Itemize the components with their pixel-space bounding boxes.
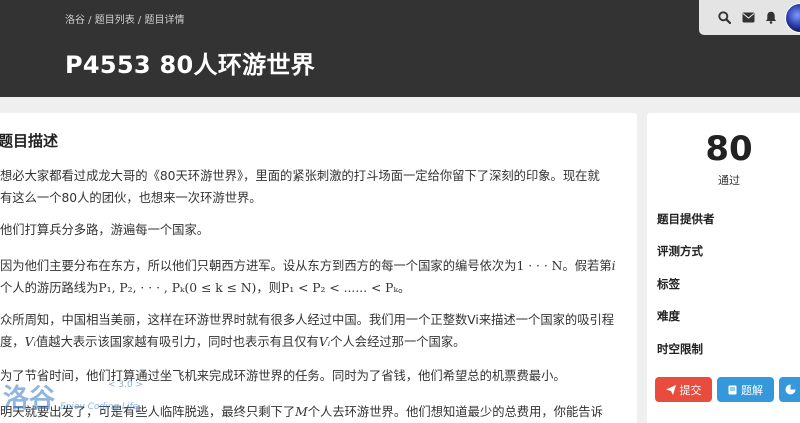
breadcrumb-home[interactable]: 洛谷 xyxy=(65,15,85,26)
description-paragraph: 明天就要出发了，可是有些人临阵脱逃，最终只剩下了M个人去环游世界。他们想知道最少… xyxy=(0,401,633,423)
sidebar-row-judge-mode: 评测方式 xyxy=(657,244,703,258)
math-expression: i xyxy=(611,259,616,273)
math-expression: 1 · · · N xyxy=(516,259,563,273)
problem-sidebar: 80 通过 题目提供者 评测方式 标签 难度 时空限制 提交 题解 xyxy=(647,113,800,423)
breadcrumb-separator: / xyxy=(134,15,145,26)
math-expression: Vᵢ xyxy=(318,335,331,349)
math-expression: P₁, P₂, · · · , Pₖ(0 ≤ k ≤ N) xyxy=(98,281,257,295)
math-expression: Vᵢ xyxy=(24,335,36,349)
section-title-description: 题目描述 xyxy=(0,132,59,150)
paper-plane-icon xyxy=(665,384,676,395)
pass-count: 80 xyxy=(705,129,753,169)
breadcrumb-problem-list[interactable]: 题目列表 xyxy=(95,15,135,26)
paragraph-line: 个人的游历路线为P₁, P₂, · · · , Pₖ(0 ≤ k ≤ N)，则P… xyxy=(0,277,633,299)
sidebar-row-limits: 时空限制 xyxy=(657,342,703,356)
text: 个人去环游世界。他们想知道最少的总费用，你能告诉 xyxy=(307,405,603,419)
math-expression: P₁ < P₂ < ...... < Pₖ xyxy=(280,281,398,295)
more-button[interactable] xyxy=(779,377,800,402)
text: 个人会经过那一个国家。 xyxy=(330,335,466,349)
solution-button[interactable]: 题解 xyxy=(717,377,774,402)
submit-button[interactable]: 提交 xyxy=(655,377,712,402)
text: 。假若第 xyxy=(562,259,612,273)
paragraph-line: 因为他们主要分布在东方，所以他们只朝西方进军。设从东方到西方的每一个国家的编号依… xyxy=(0,255,633,277)
text: 个人的游历路线为 xyxy=(0,281,99,295)
sidebar-row-difficulty: 难度 xyxy=(657,309,680,323)
text: 因为他们主要分布在东方，所以他们只朝西方进军。设从东方到西方的每一个国家的编号依… xyxy=(0,259,517,273)
chart-pie-icon xyxy=(785,384,796,395)
breadcrumb-separator: / xyxy=(85,15,95,26)
sidebar-row-provider: 题目提供者 xyxy=(657,212,715,226)
breadcrumb-current: 题目详情 xyxy=(144,15,185,26)
pass-label: 通过 xyxy=(718,174,740,187)
solution-button-label: 题解 xyxy=(741,383,763,397)
page-title: P4553 80人环游世界 xyxy=(65,51,316,79)
text: 。 xyxy=(397,281,411,295)
text: 明天就要出发了，可是有些人临阵脱逃，最终只剩下了 xyxy=(0,405,296,419)
bell-icon[interactable] xyxy=(763,9,779,25)
breadcrumb: 洛谷 / 题目列表 / 题目详情 xyxy=(65,11,184,26)
text: 值越大表示该国家越有吸引力，同时也表示有且仅有 xyxy=(35,335,319,349)
envelope-icon[interactable] xyxy=(740,9,756,25)
problem-content: 题目描述 想必大家都看过成龙大哥的《80天环游世界》，里面的紧张刺激的打斗场面一… xyxy=(0,113,637,423)
description-paragraph: 众所周知，中国相当美丽，这样在环游世界时就有很多人经过中国。我们用一个正整数Vi… xyxy=(0,309,633,353)
text: 度， xyxy=(0,335,25,349)
page-header: 洛谷 / 题目列表 / 题目详情 P4553 80人环游世界 xyxy=(0,0,800,97)
book-icon xyxy=(728,385,737,394)
search-icon[interactable] xyxy=(716,9,732,25)
math-expression: M xyxy=(295,405,308,419)
description-paragraph: 为了节省时间，他们打算通过坐飞机来完成环游世界的任务。同时为了省钱，他们希望总的… xyxy=(0,369,566,383)
sidebar-row-tags: 标签 xyxy=(657,277,680,291)
paragraph-line: 众所周知，中国相当美丽，这样在环游世界时就有很多人经过中国。我们用一个正整数Vi… xyxy=(0,313,615,327)
paragraph-line: 度，Vᵢ值越大表示该国家越有吸引力，同时也表示有且仅有Vᵢ个人会经过那一个国家。 xyxy=(0,331,633,353)
submit-button-label: 提交 xyxy=(679,383,702,397)
paragraph-line: 有这么一个80人的团伙，也想来一次环游世界。 xyxy=(0,191,262,205)
description-paragraph: 因为他们主要分布在东方，所以他们只朝西方进军。设从东方到西方的每一个国家的编号依… xyxy=(0,255,633,299)
text: ，则 xyxy=(256,281,281,295)
description-paragraph: 想必大家都看过成龙大哥的《80天环游世界》，里面的紧张刺激的打斗场面一定给你留下… xyxy=(0,165,633,209)
paragraph-line: 想必大家都看过成龙大哥的《80天环游世界》，里面的紧张刺激的打斗场面一定给你留下… xyxy=(0,169,600,183)
description-paragraph: 他们打算兵分多路，游遍每一个国家。 xyxy=(0,223,210,237)
